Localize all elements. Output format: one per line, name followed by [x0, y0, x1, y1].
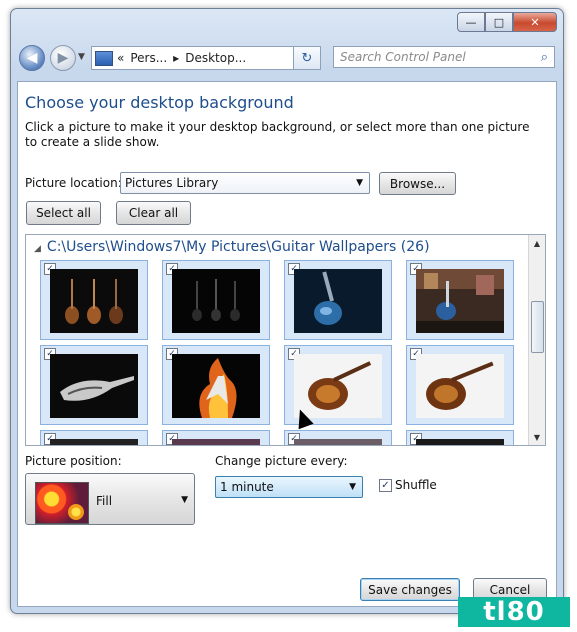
chevron-down-icon: ▼ — [181, 495, 188, 505]
interval-value: 1 minute — [220, 480, 274, 494]
wallpaper-thumbnail[interactable]: ✓ — [162, 260, 270, 340]
wallpaper-thumbnail[interactable]: ✓ — [406, 430, 514, 445]
recent-pages-dropdown[interactable]: ▼ — [78, 52, 85, 62]
gallery-group-title: C:\Users\Windows7\My Pictures\Guitar Wal… — [46, 239, 430, 255]
clear-all-button[interactable]: Clear all — [116, 201, 191, 225]
change-picture-label: Change picture every: — [215, 454, 348, 468]
wallpaper-image — [416, 439, 504, 445]
guitar-room-image — [416, 269, 504, 333]
scroll-up-arrow-icon[interactable]: ▲ — [529, 235, 545, 251]
picture-position-label: Picture position: — [25, 454, 122, 468]
window-buttons: — □ ✕ — [457, 12, 557, 32]
wallpaper-thumbnail[interactable]: ✓ — [406, 260, 514, 340]
navigation-bar: ◀ ▶ ▼ « Pers... ▸ Desktop... ▼ ↻ Search … — [19, 45, 555, 71]
search-input[interactable]: Search Control Panel ⌕ — [333, 46, 555, 68]
silver-guitar-image — [50, 354, 138, 418]
site-watermark-logo: tl80 — [458, 597, 570, 627]
search-placeholder: Search Control Panel — [340, 50, 466, 64]
picture-position-value: Fill — [96, 494, 113, 508]
picture-location-label: Picture location: — [25, 176, 122, 190]
content-pane: Choose your desktop background Click a p… — [17, 81, 557, 607]
change-picture-interval-select[interactable]: 1 minute ▼ — [215, 476, 363, 498]
gallery-scrollbar[interactable]: ▲ ▼ — [528, 235, 545, 445]
control-panel-window: — □ ✕ ◀ ▶ ▼ « Pers... ▸ Desktop... ▼ ↻ S… — [10, 8, 564, 614]
wallpaper-image — [172, 439, 260, 445]
chevron-down-icon: ▼ — [349, 482, 356, 492]
gallery-group-header[interactable]: ◢ C:\Users\Windows7\My Pictures\Guitar Wa… — [34, 239, 430, 255]
forward-button[interactable]: ▶ — [50, 45, 76, 71]
wallpaper-thumbnail[interactable]: ✓ — [284, 260, 392, 340]
search-icon[interactable]: ⌕ — [541, 50, 548, 65]
refresh-button[interactable]: ↻ — [293, 46, 321, 70]
scroll-down-arrow-icon[interactable]: ▼ — [529, 429, 545, 445]
dark-guitars-image — [172, 269, 260, 333]
wallpaper-thumbnail[interactable]: ✓ — [40, 345, 148, 425]
shuffle-label: Shuffle — [395, 478, 437, 492]
back-arrow-icon: ◀ — [26, 50, 38, 66]
wallpaper-thumbnail[interactable]: ✓ — [40, 260, 148, 340]
wallpaper-thumbnail[interactable]: ✓ — [284, 430, 392, 445]
close-button[interactable]: ✕ — [513, 12, 557, 32]
forward-arrow-icon: ▶ — [57, 50, 69, 66]
picture-location-select[interactable]: Pictures Library ▼ — [120, 172, 370, 194]
picture-gallery: ◢ C:\Users\Windows7\My Pictures\Guitar Wa… — [25, 234, 546, 446]
page-title: Choose your desktop background — [25, 93, 294, 112]
address-bar[interactable]: « Pers... ▸ Desktop... ▼ — [91, 46, 321, 70]
back-button[interactable]: ◀ — [19, 45, 45, 71]
breadcrumb-personalization[interactable]: Pers... — [130, 51, 167, 65]
wallpaper-thumbnail[interactable]: ✓ — [162, 430, 270, 445]
chevron-down-icon: ▼ — [356, 178, 363, 188]
browse-button[interactable]: Browse... — [379, 172, 456, 195]
blue-guitar-image — [294, 269, 382, 333]
control-panel-icon — [95, 50, 113, 66]
picture-position-select[interactable]: Fill ▼ — [25, 473, 195, 525]
page-description: Click a picture to make it your desktop … — [25, 120, 530, 149]
collapse-triangle-icon[interactable]: ◢ — [34, 244, 41, 254]
picture-location-value: Pictures Library — [125, 176, 219, 190]
flaming-guitar-image — [172, 354, 260, 418]
breadcrumb-separator: « — [117, 51, 125, 65]
flower-wallpaper-preview — [35, 482, 89, 524]
minimize-button[interactable]: — — [457, 12, 485, 32]
breadcrumb-arrow-icon: ▸ — [173, 51, 180, 65]
three-guitars-image — [50, 269, 138, 333]
sunburst-guitar-image-2 — [416, 354, 504, 418]
breadcrumb-desktop-background[interactable]: Desktop... — [185, 51, 246, 65]
wallpaper-image — [50, 439, 138, 445]
scrollbar-thumb[interactable] — [531, 301, 544, 353]
wallpaper-thumbnail[interactable]: ✓ — [162, 345, 270, 425]
select-all-button[interactable]: Select all — [26, 201, 101, 225]
shuffle-checkbox[interactable]: ✓ — [379, 479, 392, 492]
wallpaper-thumbnail[interactable]: ✓ — [40, 430, 148, 445]
refresh-icon: ↻ — [301, 50, 313, 66]
save-changes-button[interactable]: Save changes — [360, 578, 460, 601]
wallpaper-image — [294, 439, 382, 445]
maximize-button[interactable]: □ — [485, 12, 513, 32]
wallpaper-thumbnail[interactable]: ✓ — [406, 345, 514, 425]
